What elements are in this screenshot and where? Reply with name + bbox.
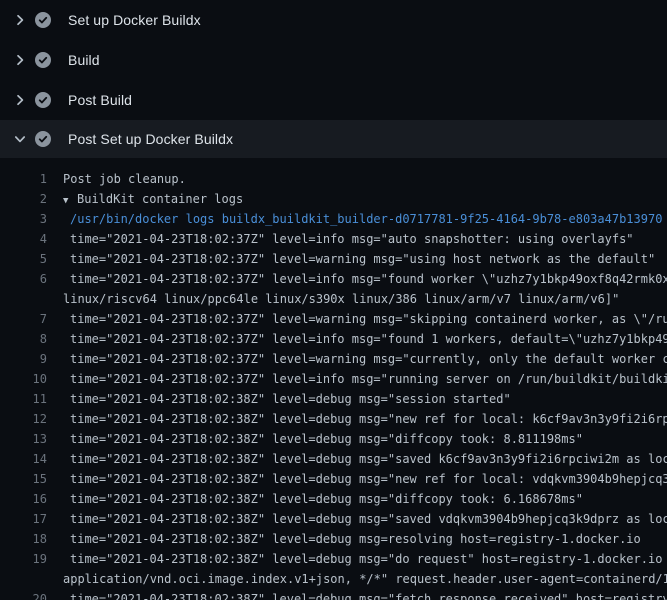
line-number[interactable]: 10 (0, 369, 47, 389)
log-line: 19 time="2021-04-23T18:02:38Z" level=deb… (0, 549, 667, 569)
log-line: 10 time="2021-04-23T18:02:37Z" level=inf… (0, 369, 667, 389)
line-number[interactable]: 1 (0, 169, 47, 189)
command-text: /usr/bin/docker logs buildx_buildkit_bui… (47, 209, 662, 229)
check-circle-icon (35, 92, 51, 108)
line-number[interactable]: 15 (0, 469, 47, 489)
line-number-empty (0, 569, 47, 589)
log-line: 11 time="2021-04-23T18:02:38Z" level=deb… (0, 389, 667, 409)
log-text: time="2021-04-23T18:02:38Z" level=debug … (47, 509, 667, 529)
chevron-right-icon (12, 92, 28, 108)
line-number-empty (0, 289, 47, 309)
log-line: 12 time="2021-04-23T18:02:38Z" level=deb… (0, 409, 667, 429)
step-row-set-up-docker-buildx[interactable]: Set up Docker Buildx (0, 0, 667, 40)
log-line: 7 time="2021-04-23T18:02:37Z" level=warn… (0, 309, 667, 329)
log-text: ▼BuildKit container logs (47, 189, 243, 209)
log-text: time="2021-04-23T18:02:38Z" level=debug … (47, 389, 511, 409)
log-line: 16 time="2021-04-23T18:02:38Z" level=deb… (0, 489, 667, 509)
log-text: time="2021-04-23T18:02:38Z" level=debug … (47, 589, 667, 600)
step-row-post-set-up-docker-buildx[interactable]: Post Set up Docker Buildx (0, 120, 667, 158)
log-text: application/vnd.oci.image.index.v1+json,… (47, 569, 667, 589)
log-text: time="2021-04-23T18:02:37Z" level=info m… (47, 329, 667, 349)
log-text: time="2021-04-23T18:02:37Z" level=info m… (47, 269, 667, 289)
line-number[interactable]: 6 (0, 269, 47, 289)
workflow-log-panel: Set up Docker Buildx Build Post Build (0, 0, 667, 600)
log-line: 20 time="2021-04-23T18:02:38Z" level=deb… (0, 589, 667, 600)
log-line: 13 time="2021-04-23T18:02:38Z" level=deb… (0, 429, 667, 449)
step-list: Set up Docker Buildx Build Post Build (0, 0, 667, 158)
step-row-build[interactable]: Build (0, 40, 667, 80)
log-text: time="2021-04-23T18:02:38Z" level=debug … (47, 489, 583, 509)
step-label: Post Set up Docker Buildx (68, 131, 233, 147)
log-text: time="2021-04-23T18:02:37Z" level=warnin… (47, 349, 667, 369)
step-row-post-build[interactable]: Post Build (0, 80, 667, 120)
line-number[interactable]: 19 (0, 549, 47, 569)
log-container: 1 Post job cleanup. 2 ▼BuildKit containe… (0, 158, 667, 600)
log-line: 15 time="2021-04-23T18:02:38Z" level=deb… (0, 469, 667, 489)
log-line: 17 time="2021-04-23T18:02:38Z" level=deb… (0, 509, 667, 529)
log-line: 14 time="2021-04-23T18:02:38Z" level=deb… (0, 449, 667, 469)
log-text: time="2021-04-23T18:02:38Z" level=debug … (47, 409, 667, 429)
chevron-right-icon (12, 52, 28, 68)
triangle-down-icon: ▼ (63, 191, 77, 209)
group-title: BuildKit container logs (77, 192, 243, 206)
log-line: 1 Post job cleanup. (0, 169, 667, 189)
line-number[interactable]: 8 (0, 329, 47, 349)
log-line: 6 time="2021-04-23T18:02:37Z" level=info… (0, 269, 667, 289)
log-line: 3 /usr/bin/docker logs buildx_buildkit_b… (0, 209, 667, 229)
check-circle-icon (35, 131, 51, 147)
line-number[interactable]: 5 (0, 249, 47, 269)
step-label: Post Build (68, 92, 132, 108)
log-text: time="2021-04-23T18:02:38Z" level=debug … (47, 429, 583, 449)
line-number[interactable]: 4 (0, 229, 47, 249)
log-text: time="2021-04-23T18:02:38Z" level=debug … (47, 449, 667, 469)
line-number[interactable]: 16 (0, 489, 47, 509)
log-line: 4 time="2021-04-23T18:02:37Z" level=info… (0, 229, 667, 249)
log-text: time="2021-04-23T18:02:37Z" level=warnin… (47, 249, 655, 269)
line-number[interactable]: 12 (0, 409, 47, 429)
log-text: time="2021-04-23T18:02:38Z" level=debug … (47, 529, 641, 549)
chevron-down-icon (12, 131, 28, 147)
step-label: Set up Docker Buildx (68, 12, 201, 28)
log-line: 18 time="2021-04-23T18:02:38Z" level=deb… (0, 529, 667, 549)
log-line: 5 time="2021-04-23T18:02:37Z" level=warn… (0, 249, 667, 269)
line-number[interactable]: 11 (0, 389, 47, 409)
step-label: Build (68, 52, 100, 68)
log-group-toggle[interactable]: 2 ▼BuildKit container logs (0, 189, 667, 209)
line-number[interactable]: 2 (0, 189, 47, 209)
line-number[interactable]: 13 (0, 429, 47, 449)
line-number[interactable]: 18 (0, 529, 47, 549)
line-number[interactable]: 3 (0, 209, 47, 229)
line-number[interactable]: 9 (0, 349, 47, 369)
line-number[interactable]: 20 (0, 589, 47, 600)
log-text: time="2021-04-23T18:02:37Z" level=info m… (47, 229, 634, 249)
log-line-wrap-continuation: linux/riscv64 linux/ppc64le linux/s390x … (0, 289, 667, 309)
log-text: time="2021-04-23T18:02:38Z" level=debug … (47, 549, 667, 569)
log-text: time="2021-04-23T18:02:38Z" level=debug … (47, 469, 667, 489)
line-number[interactable]: 7 (0, 309, 47, 329)
log-line-wrap-continuation: application/vnd.oci.image.index.v1+json,… (0, 569, 667, 589)
check-circle-icon (35, 52, 51, 68)
log-line: 9 time="2021-04-23T18:02:37Z" level=warn… (0, 349, 667, 369)
line-number[interactable]: 14 (0, 449, 47, 469)
log-text: linux/riscv64 linux/ppc64le linux/s390x … (47, 289, 619, 309)
log-text: Post job cleanup. (47, 169, 186, 189)
check-circle-icon (35, 12, 51, 28)
log-text: time="2021-04-23T18:02:37Z" level=warnin… (47, 309, 667, 329)
log-line: 8 time="2021-04-23T18:02:37Z" level=info… (0, 329, 667, 349)
line-number[interactable]: 17 (0, 509, 47, 529)
log-text: time="2021-04-23T18:02:37Z" level=info m… (47, 369, 667, 389)
chevron-right-icon (12, 12, 28, 28)
